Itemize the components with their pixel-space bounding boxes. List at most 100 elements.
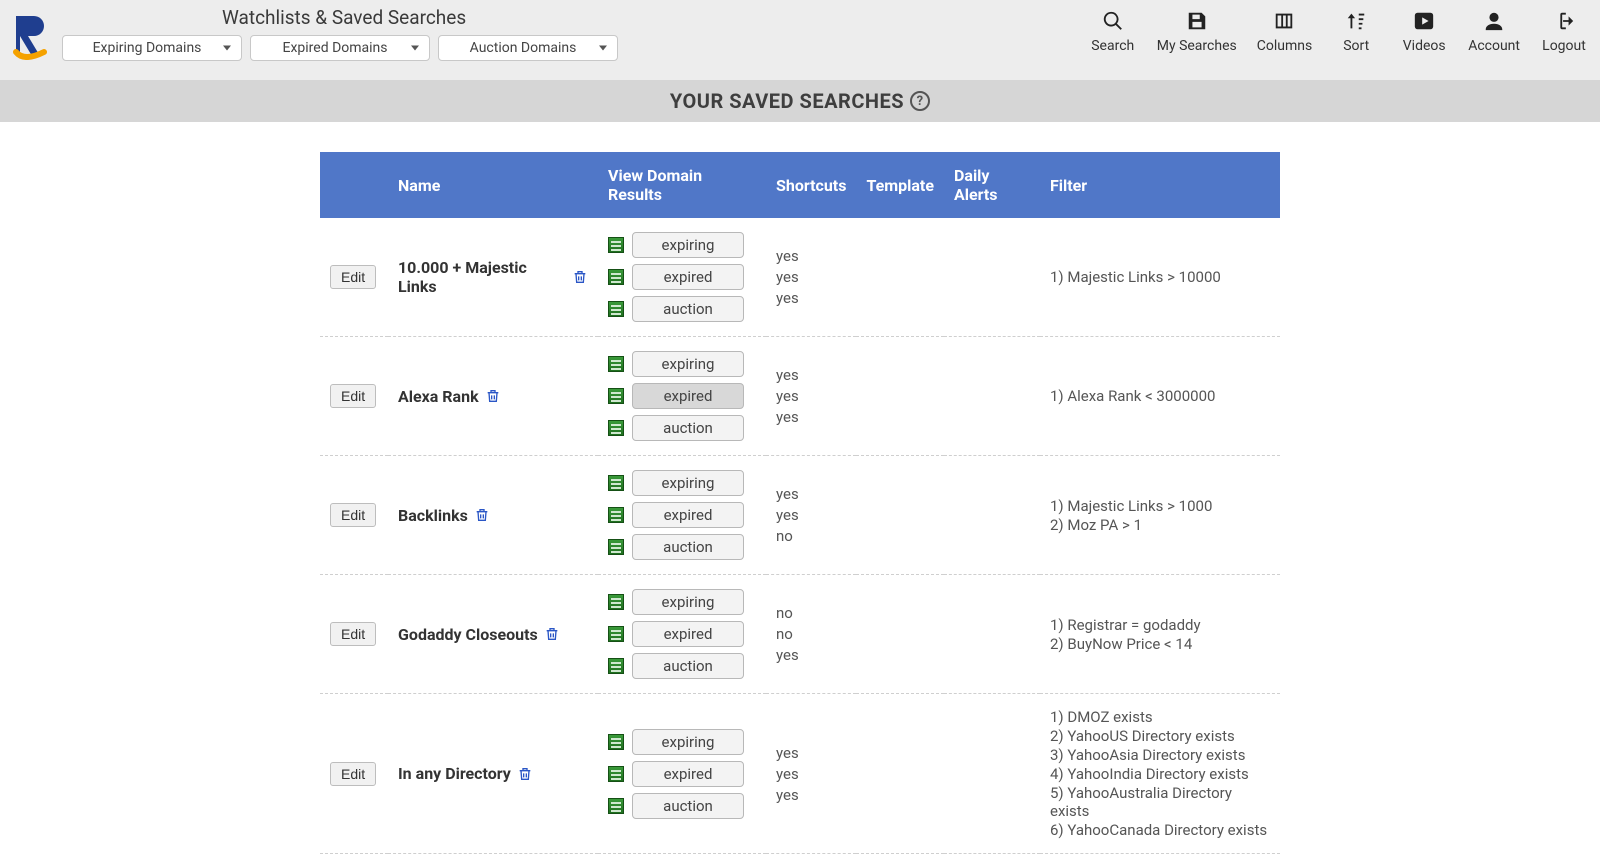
col-alerts: Daily Alerts: [944, 152, 1040, 218]
edit-button[interactable]: Edit: [330, 265, 376, 289]
shortcut-value: yes: [776, 646, 846, 664]
view-auction-button[interactable]: auction: [632, 415, 744, 441]
view-auction-button[interactable]: auction: [632, 534, 744, 560]
filter-line: 5) YahooAustralia Directory exists: [1050, 784, 1270, 820]
xls-icon[interactable]: [608, 356, 624, 372]
nav-logout[interactable]: Logout: [1540, 10, 1588, 54]
xls-icon[interactable]: [608, 734, 624, 750]
xls-icon[interactable]: [608, 388, 624, 404]
view-expiring-button[interactable]: expiring: [632, 470, 744, 496]
view-auction-button[interactable]: auction: [632, 296, 744, 322]
shortcut-value: yes: [776, 506, 846, 524]
view-auction-button[interactable]: auction: [632, 793, 744, 819]
topbar-nav: Search My Searches Columns Sort Videos A…: [1089, 6, 1588, 54]
nav-label: Logout: [1542, 38, 1586, 54]
xls-icon[interactable]: [608, 539, 624, 555]
shortcut-value: yes: [776, 408, 846, 426]
edit-button[interactable]: Edit: [330, 622, 376, 646]
dropdown-row: Expiring Domains Expired Domains Auction…: [62, 35, 618, 61]
col-template: Template: [856, 152, 944, 218]
view-expiring-button[interactable]: expiring: [632, 351, 744, 377]
filter-line: 2) BuyNow Price < 14: [1050, 635, 1270, 653]
nav-account[interactable]: Account: [1468, 10, 1520, 54]
table-row: Edit 10.000 + Majestic Links expiring expir…: [320, 218, 1280, 337]
shortcut-value: no: [776, 604, 846, 622]
edit-button[interactable]: Edit: [330, 762, 376, 786]
view-expiring-button[interactable]: expiring: [632, 232, 744, 258]
shortcut-value: yes: [776, 744, 846, 762]
video-icon: [1413, 10, 1435, 32]
table-row: Edit Godaddy Closeouts expiring expired auct…: [320, 575, 1280, 694]
shortcut-value: yes: [776, 268, 846, 286]
col-edit: [320, 152, 388, 218]
xls-icon[interactable]: [608, 420, 624, 436]
xls-icon[interactable]: [608, 301, 624, 317]
row-name: Alexa Rank: [398, 387, 588, 406]
shortcut-value: yes: [776, 247, 846, 265]
row-name-text[interactable]: Godaddy Closeouts: [398, 625, 538, 644]
template-cell: [856, 694, 944, 854]
nav-my-searches[interactable]: My Searches: [1157, 10, 1237, 54]
col-shortcuts: Shortcuts: [766, 152, 856, 218]
filter-line: 3) YahooAsia Directory exists: [1050, 746, 1270, 764]
view-expiring-button[interactable]: expiring: [632, 729, 744, 755]
view-expired-button[interactable]: expired: [632, 621, 744, 647]
sort-icon: [1345, 10, 1367, 32]
view-expired-button[interactable]: expired: [632, 264, 744, 290]
columns-icon: [1273, 10, 1295, 32]
nav-sort[interactable]: Sort: [1332, 10, 1380, 54]
row-name-text[interactable]: Alexa Rank: [398, 387, 479, 406]
dropdown-auction[interactable]: Auction Domains: [438, 35, 618, 61]
row-name-text[interactable]: Backlinks: [398, 506, 468, 525]
nav-label: Columns: [1257, 38, 1312, 54]
filter-line: 1) DMOZ exists: [1050, 708, 1270, 726]
filter-line: 1) Majestic Links > 10000: [1050, 268, 1270, 286]
view-expired-button[interactable]: expired: [632, 502, 744, 528]
row-name: Godaddy Closeouts: [398, 625, 588, 644]
row-name-text[interactable]: In any Directory: [398, 764, 511, 783]
nav-columns[interactable]: Columns: [1257, 10, 1312, 54]
shortcut-value: yes: [776, 786, 846, 804]
alerts-cell: [944, 337, 1040, 456]
xls-icon[interactable]: [608, 626, 624, 642]
nav-videos[interactable]: Videos: [1400, 10, 1448, 54]
help-icon[interactable]: ?: [910, 91, 930, 111]
xls-icon[interactable]: [608, 475, 624, 491]
page-title: Watchlists & Saved Searches: [222, 6, 618, 29]
edit-button[interactable]: Edit: [330, 384, 376, 408]
shortcut-value: yes: [776, 485, 846, 503]
xls-icon[interactable]: [608, 658, 624, 674]
view-expired-button[interactable]: expired: [632, 383, 744, 409]
xls-icon[interactable]: [608, 798, 624, 814]
xls-icon[interactable]: [608, 237, 624, 253]
row-name: Backlinks: [398, 506, 588, 525]
filter-line: 2) YahooUS Directory exists: [1050, 727, 1270, 745]
col-view: View Domain Results: [598, 152, 766, 218]
template-cell: [856, 456, 944, 575]
view-expired-button[interactable]: expired: [632, 761, 744, 787]
nav-search[interactable]: Search: [1089, 10, 1137, 54]
filter-line: 1) Alexa Rank < 3000000: [1050, 387, 1270, 405]
logo: [12, 12, 48, 60]
row-name-text[interactable]: 10.000 + Majestic Links: [398, 258, 566, 296]
filter-line: 4) YahooIndia Directory exists: [1050, 765, 1270, 783]
edit-button[interactable]: Edit: [330, 503, 376, 527]
xls-icon[interactable]: [608, 507, 624, 523]
trash-icon[interactable]: [474, 507, 490, 523]
xls-icon[interactable]: [608, 766, 624, 782]
dropdown-expiring[interactable]: Expiring Domains: [62, 35, 242, 61]
dropdown-expired[interactable]: Expired Domains: [250, 35, 430, 61]
shortcut-value: yes: [776, 387, 846, 405]
filter-line: 1) Majestic Links > 1000: [1050, 497, 1270, 515]
trash-icon[interactable]: [485, 388, 501, 404]
view-auction-button[interactable]: auction: [632, 653, 744, 679]
nav-label: Videos: [1403, 38, 1446, 54]
xls-icon[interactable]: [608, 594, 624, 610]
trash-icon[interactable]: [517, 766, 533, 782]
table-row: Edit In any Directory expiring expired aucti…: [320, 694, 1280, 854]
view-expiring-button[interactable]: expiring: [632, 589, 744, 615]
xls-icon[interactable]: [608, 269, 624, 285]
trash-icon[interactable]: [544, 626, 560, 642]
trash-icon[interactable]: [572, 269, 588, 285]
save-icon: [1186, 10, 1208, 32]
